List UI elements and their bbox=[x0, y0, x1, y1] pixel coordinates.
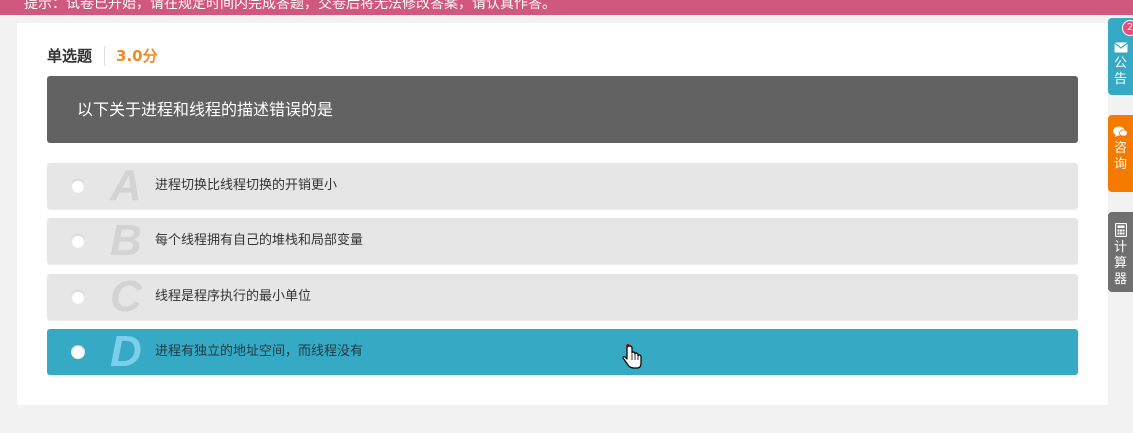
top-banner: 提示：试卷已开始，请在规定时间内完成答题，交卷后将无法修改答案，请认真作答。 bbox=[0, 0, 1133, 15]
notice-tab[interactable]: 2 公告 bbox=[1108, 18, 1133, 95]
chat-bubble-icon bbox=[1113, 126, 1128, 137]
option-a-radio[interactable] bbox=[71, 179, 85, 193]
option-d-text: 进程有独立的地址空间，而线程没有 bbox=[155, 344, 364, 359]
option-d-radio[interactable] bbox=[71, 345, 85, 359]
envelope-icon bbox=[1113, 42, 1128, 53]
option-a-letter: A bbox=[110, 161, 142, 210]
calculator-tab[interactable]: 计算器 bbox=[1108, 212, 1133, 292]
notice-badge: 2 bbox=[1122, 20, 1133, 36]
option-c-letter: C bbox=[110, 272, 142, 321]
option-c-radio[interactable] bbox=[71, 290, 85, 304]
question-score: 3.0分 bbox=[116, 47, 158, 65]
option-c-text: 线程是程序执行的最小单位 bbox=[155, 289, 312, 304]
option-b-text: 每个线程拥有自己的堆栈和局部变量 bbox=[155, 233, 364, 248]
hand-pointer-cursor-icon bbox=[622, 344, 642, 369]
calculator-label: 计算器 bbox=[1113, 240, 1127, 287]
option-a-text: 进程切换比线程切换的开销更小 bbox=[155, 178, 338, 193]
option-b-letter: B bbox=[110, 216, 142, 265]
option-b-radio[interactable] bbox=[71, 234, 85, 248]
calculator-icon bbox=[1114, 223, 1127, 237]
option-b[interactable]: B 每个线程拥有自己的堆栈和局部变量 bbox=[47, 218, 1078, 264]
option-c[interactable]: C 线程是程序执行的最小单位 bbox=[47, 274, 1078, 320]
question-header: 单选题 3.0分 bbox=[47, 45, 158, 67]
banner-text: 提示：试卷已开始，请在规定时间内完成答题，交卷后将无法修改答案，请认真作答。 bbox=[24, 0, 556, 12]
question-card: 单选题 3.0分 以下关于进程和线程的描述错误的是 A 进程切换比线程切换的开销… bbox=[17, 23, 1108, 405]
consult-label: 咨询 bbox=[1113, 141, 1127, 172]
question-stem: 以下关于进程和线程的描述错误的是 bbox=[47, 76, 1078, 143]
notice-label: 公告 bbox=[1113, 56, 1127, 87]
consult-tab[interactable]: 咨询 bbox=[1108, 115, 1133, 192]
option-d[interactable]: D 进程有独立的地址空间，而线程没有 bbox=[47, 329, 1078, 375]
option-a[interactable]: A 进程切换比线程切换的开销更小 bbox=[47, 163, 1078, 209]
question-type-label: 单选题 bbox=[47, 46, 106, 66]
option-d-letter: D bbox=[110, 327, 142, 376]
